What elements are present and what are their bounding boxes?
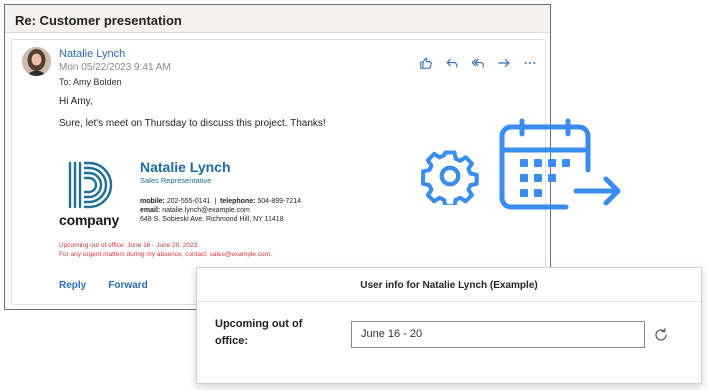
message-body: Sure, let's meet on Thursday to discuss … — [59, 118, 326, 129]
mobile-label: mobile: — [140, 198, 165, 205]
signature-contact: mobile: 202-555-0141 | telephone: 504-89… — [140, 197, 301, 224]
reply-links: Reply Forward — [59, 280, 148, 291]
subject-title: Re: Customer presentation — [5, 5, 550, 33]
ooo-field-label: Upcoming out of office: — [215, 318, 303, 347]
forward-icon[interactable] — [495, 54, 512, 71]
reply-icon[interactable] — [443, 54, 460, 71]
more-icon[interactable] — [521, 54, 538, 71]
mobile-number: 202-555-0141 — [166, 198, 211, 205]
signature-title: Sales Representative — [140, 176, 212, 185]
user-info-panel: User info for Natalie Lynch (Example) Up… — [196, 267, 702, 384]
reply-button[interactable]: Reply — [59, 280, 86, 291]
gear-icon — [421, 150, 479, 205]
company-wordmark: company — [59, 212, 120, 228]
signature-name: Natalie Lynch — [140, 159, 231, 175]
panel-title: User info for Natalie Lynch (Example) — [360, 280, 538, 291]
ooo-dates-input[interactable]: June 16 - 20 — [351, 321, 645, 348]
email-address[interactable]: natalie.lynch@example.com — [162, 207, 250, 214]
avatar[interactable] — [22, 47, 51, 76]
email-label: email: — [140, 207, 161, 214]
sender-name[interactable]: Natalie Lynch — [59, 48, 125, 60]
telephone-label: telephone: — [220, 198, 256, 205]
forward-button[interactable]: Forward — [108, 280, 147, 291]
ooo-line-1: Upcoming out of office: June 16 - June 2… — [59, 242, 200, 249]
out-of-office-notice: Upcoming out of office: June 16 - June 2… — [59, 242, 272, 259]
calendar-forward-icon — [499, 118, 621, 210]
message-greeting: Hi Amy, — [59, 96, 93, 107]
recipient-line: To: Amy Bolden — [59, 77, 122, 87]
sent-date: Mon 05/22/2023 9:41 AM — [59, 62, 171, 73]
message-actions — [417, 54, 538, 71]
like-icon[interactable] — [417, 54, 434, 71]
refresh-icon[interactable] — [653, 327, 669, 343]
ooo-line-2: For any urgent matters during my absence… — [59, 250, 272, 258]
telephone-number: 504-899-7214 — [257, 198, 301, 205]
postal-address: 648 S. Sobieski Ave. Richmond Hill, NY 1… — [140, 216, 284, 223]
panel-divider — [197, 301, 701, 302]
contact-separator: | — [214, 198, 217, 205]
reply-all-icon[interactable] — [469, 54, 486, 71]
